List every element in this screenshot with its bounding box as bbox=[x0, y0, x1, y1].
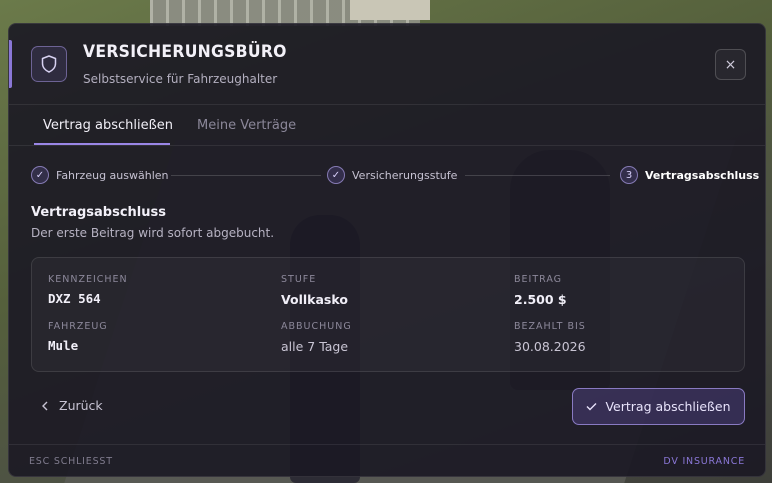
check-icon bbox=[586, 403, 597, 411]
tab-new-contract[interactable]: Vertrag abschließen bbox=[43, 118, 173, 133]
fee-label: BEITRAG bbox=[514, 274, 563, 285]
back-label: Zurück bbox=[59, 398, 103, 413]
step-connector bbox=[465, 175, 610, 176]
modal-subtitle: Selbstservice für Fahrzeughalter bbox=[83, 72, 278, 86]
header-divider bbox=[9, 104, 765, 105]
paid-until-label: BEZAHLT BIS bbox=[514, 321, 586, 332]
step-number: 3 bbox=[620, 166, 638, 184]
submit-label: Vertrag abschließen bbox=[605, 399, 731, 414]
conclude-contract-button[interactable]: Vertrag abschließen bbox=[572, 388, 745, 425]
section-description: Der erste Beitrag wird sofort abgebucht. bbox=[31, 226, 275, 240]
billing-value: alle 7 Tage bbox=[281, 339, 349, 354]
back-button[interactable]: Zurück bbox=[41, 398, 103, 413]
shield-icon bbox=[31, 46, 67, 82]
chevron-left-icon bbox=[42, 401, 48, 410]
step-select-vehicle: ✓ Fahrzeug auswählen bbox=[31, 165, 169, 185]
footer-divider bbox=[9, 444, 765, 445]
brand-label: DV INSURANCE bbox=[663, 456, 745, 467]
plate-value: DXZ 564 bbox=[48, 291, 101, 306]
insurance-modal: VERSICHERUNGSBÜRO Selbstservice für Fahr… bbox=[8, 23, 766, 477]
step-connector bbox=[171, 175, 321, 176]
step-label: Vertragsabschluss bbox=[645, 168, 760, 182]
check-icon: ✓ bbox=[327, 166, 345, 184]
section-title: Vertragsabschluss bbox=[31, 205, 166, 220]
check-icon: ✓ bbox=[31, 166, 49, 184]
step-label: Fahrzeug auswählen bbox=[56, 168, 169, 182]
vehicle-label: FAHRZEUG bbox=[48, 321, 108, 332]
modal-title: VERSICHERUNGSBÜRO bbox=[83, 42, 287, 62]
plate-label: KENNZEICHEN bbox=[48, 274, 128, 285]
tabs-divider bbox=[9, 145, 765, 146]
billing-label: ABBUCHUNG bbox=[281, 321, 352, 332]
close-icon: × bbox=[724, 56, 737, 73]
step-label: Versicherungsstufe bbox=[352, 168, 458, 182]
vehicle-value: Mule bbox=[48, 338, 79, 353]
contract-summary-card: KENNZEICHEN DXZ 564 STUFE Vollkasko BEIT… bbox=[31, 257, 745, 372]
accent-bar bbox=[9, 40, 12, 88]
paid-until-value: 30.08.2026 bbox=[514, 339, 586, 354]
step-contract-conclusion: 3 Vertragsabschluss bbox=[620, 165, 759, 185]
fee-value: 2.500 $ bbox=[514, 292, 567, 307]
step-insurance-tier: ✓ Versicherungsstufe bbox=[327, 165, 457, 185]
tier-label: STUFE bbox=[281, 274, 317, 285]
close-button[interactable]: × bbox=[715, 49, 746, 80]
esc-hint: ESC SCHLIESST bbox=[29, 456, 113, 467]
tier-value: Vollkasko bbox=[281, 292, 348, 307]
tab-my-contracts[interactable]: Meine Verträge bbox=[197, 118, 296, 133]
